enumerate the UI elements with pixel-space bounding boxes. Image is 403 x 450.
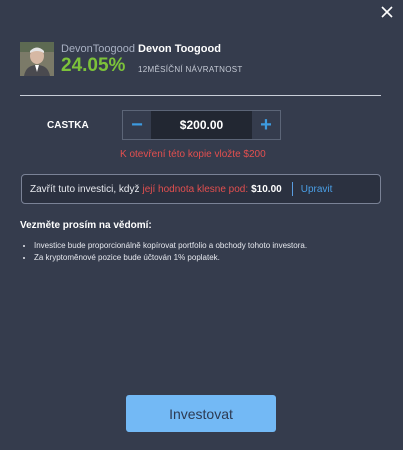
close-icon <box>381 6 393 18</box>
stop-loss-highlight: její hodnota klesne pod: <box>142 183 249 195</box>
close-button[interactable] <box>379 4 395 20</box>
invest-button[interactable]: Investovat <box>126 395 276 432</box>
return-percentage: 24.05% <box>61 55 126 76</box>
return-label: 12MĚSÍČNÍ NÁVRATNOST <box>138 65 243 74</box>
amount-label: CASTKA <box>47 120 89 131</box>
list-item: Za kryptoměnové pozice bude účtován 1% p… <box>34 252 307 264</box>
stop-loss-box: Zavřít tuto investici, když její hodnota… <box>21 174 381 204</box>
list-item: Investice bude proporcionálně kopírovat … <box>34 240 307 252</box>
notice-title: Vezměte prosím na vědomí: <box>20 220 152 231</box>
avatar[interactable] <box>20 42 54 76</box>
increase-amount-button[interactable]: + <box>252 111 280 139</box>
stop-loss-prefix: Zavřít tuto investici, když <box>30 183 140 195</box>
investor-full-name: Devon Toogood <box>138 43 221 55</box>
notice-list: Investice bude proporcionálně kopírovat … <box>20 240 307 264</box>
amount-error: K otevření této kopie vložte $200 <box>120 149 266 160</box>
decrease-amount-button[interactable]: − <box>123 111 151 139</box>
divider <box>20 95 381 96</box>
stop-loss-edit-link[interactable]: Upravit <box>301 184 333 195</box>
stop-loss-separator <box>291 182 293 196</box>
amount-input[interactable]: $200.00 <box>151 111 252 139</box>
investor-names: DevonToogood Devon Toogood <box>61 43 221 55</box>
amount-stepper: − $200.00 + <box>122 110 281 140</box>
stop-loss-value: $10.00 <box>251 183 282 195</box>
investor-username[interactable]: DevonToogood <box>61 43 135 55</box>
